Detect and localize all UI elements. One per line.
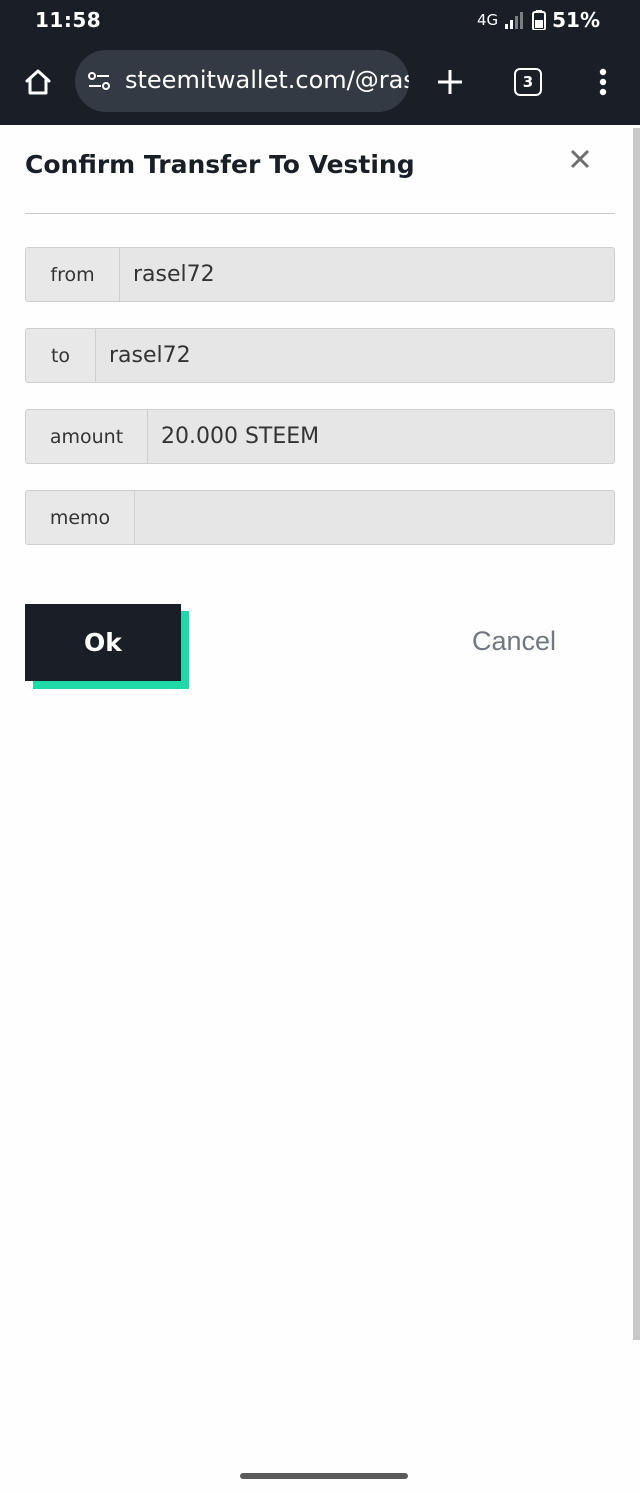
memo-field: memo [25,490,615,545]
battery-icon [532,10,547,30]
title-divider [25,213,615,214]
cancel-button[interactable]: Cancel [452,622,576,660]
battery-percent: 51% [552,8,600,32]
to-value[interactable]: rasel72 [96,329,614,382]
signal-icon [505,12,524,29]
close-icon[interactable] [566,145,594,173]
tabs-icon[interactable]: 3 [514,68,542,96]
status-time: 11:58 [35,8,102,32]
ok-button[interactable]: Ok [25,604,181,681]
more-menu-button[interactable] [588,62,618,102]
url-text[interactable]: steemitwallet.com/@ras [125,66,409,94]
to-label: to [26,329,96,382]
dialog-title: Confirm Transfer To Vesting [25,150,415,179]
home-icon [25,69,51,95]
memo-label: memo [26,491,135,544]
from-value[interactable]: rasel72 [120,248,614,301]
plus-icon [438,70,462,94]
from-field: from rasel72 [25,247,615,302]
new-tab-button[interactable] [430,62,470,102]
page-scrollbar[interactable] [633,128,640,1340]
amount-label: amount [26,410,148,463]
memo-value[interactable] [135,491,614,544]
gesture-home-bar[interactable] [240,1473,408,1479]
address-bar[interactable]: steemitwallet.com/@ras [75,50,409,112]
network-type: 4G [476,11,499,29]
amount-value[interactable]: 20.000 STEEM [148,410,614,463]
browser-toolbar: steemitwallet.com/@ras 3 [0,40,640,125]
status-bar: 11:58 4G 51% [0,0,640,40]
amount-field: amount 20.000 STEEM [25,409,615,464]
status-indicators: 4G 51% [477,8,600,32]
home-button[interactable] [18,62,58,102]
more-vert-icon [599,68,607,96]
to-field: to rasel72 [25,328,615,383]
site-settings-icon[interactable] [87,69,111,93]
from-label: from [26,248,120,301]
